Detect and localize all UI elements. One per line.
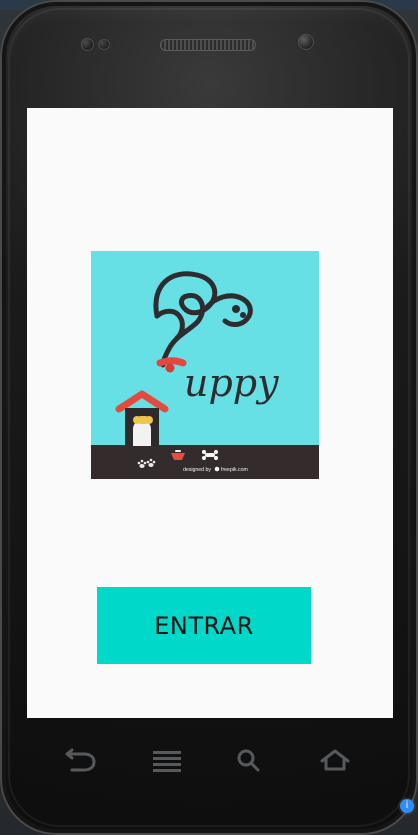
navigation-bar	[0, 740, 418, 780]
speaker-grille	[160, 39, 256, 51]
puppy-logo: uppy designed by freepik.com	[91, 251, 319, 479]
sensor-left	[81, 38, 94, 51]
enter-button[interactable]: ENTRAR	[97, 587, 311, 664]
logo-script-text: uppy	[184, 361, 279, 405]
phone-body: uppy designed by freepik.com ENTRAR	[0, 0, 418, 835]
credit-text: designed by	[183, 467, 211, 473]
home-icon[interactable]	[318, 747, 352, 773]
front-camera	[298, 34, 314, 50]
credit-brand: freepik.com	[221, 467, 248, 473]
info-badge[interactable]: i	[400, 799, 414, 813]
sensor-right	[98, 39, 110, 50]
device-frame: uppy designed by freepik.com ENTRAR i	[0, 0, 418, 835]
menu-icon[interactable]	[150, 747, 184, 773]
back-icon[interactable]	[64, 747, 98, 773]
app-screen: uppy designed by freepik.com ENTRAR	[27, 108, 393, 718]
search-icon[interactable]	[232, 747, 266, 773]
